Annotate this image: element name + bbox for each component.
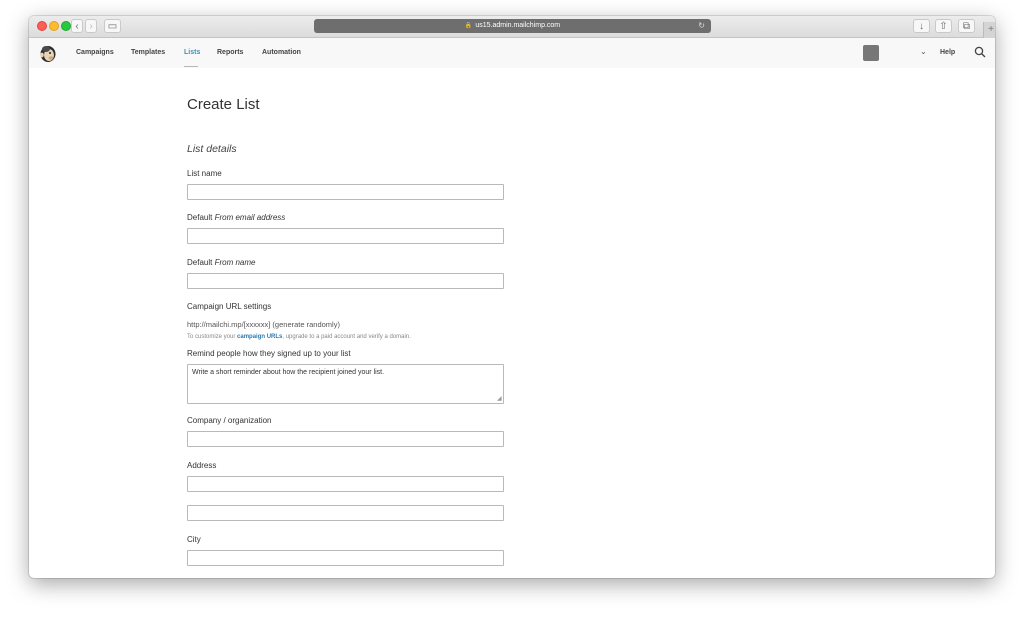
company-label: Company / organization [187, 416, 272, 425]
from-name-input[interactable] [187, 273, 504, 289]
campaign-url-hint: To customize your campaign URLs, upgrade… [187, 334, 411, 340]
chevron-down-icon[interactable]: ⌄ [920, 47, 927, 56]
nav-automation[interactable]: Automation [262, 49, 301, 56]
nav-campaigns[interactable]: Campaigns [76, 49, 114, 56]
campaign-url-label: Campaign URL settings [187, 302, 272, 311]
downloads-icon[interactable]: ↓ [913, 19, 930, 33]
campaign-urls-link[interactable]: campaign URLs [237, 334, 282, 340]
section-title: List details [187, 143, 237, 155]
active-tab-indicator [184, 66, 198, 67]
sidebar-toggle-icon[interactable]: ▭ [104, 19, 121, 33]
tabs-overview-icon[interactable]: ⧉ [958, 19, 975, 33]
zoom-window-button[interactable] [61, 21, 71, 31]
close-window-button[interactable] [37, 21, 47, 31]
page-title: Create List [187, 96, 260, 113]
mailchimp-logo-icon[interactable] [39, 43, 57, 63]
address-bar[interactable]: 🔒 us15.admin.mailchimp.com ↻ [314, 19, 711, 33]
list-name-label: List name [187, 169, 222, 178]
help-link[interactable]: Help [940, 49, 955, 56]
minimize-window-button[interactable] [49, 21, 59, 31]
new-tab-plus-icon[interactable]: + [983, 22, 995, 38]
nav-templates[interactable]: Templates [131, 49, 165, 56]
address-line2-input[interactable] [187, 505, 504, 521]
from-email-label: Default From email address [187, 213, 286, 222]
browser-toolbar: ‹ › ▭ 🔒 us15.admin.mailchimp.com ↻ ↓ ⇧ ⧉ … [29, 16, 995, 38]
url-text: us15.admin.mailchimp.com [475, 22, 561, 29]
avatar[interactable] [863, 45, 879, 61]
share-icon[interactable]: ⇧ [935, 19, 952, 33]
campaign-url-value: http://mailchi.mp/[xxxxxx] (generate ran… [187, 320, 340, 329]
company-input[interactable] [187, 431, 504, 447]
city-input[interactable] [187, 550, 504, 566]
from-name-label: Default From name [187, 258, 256, 267]
nav-reports[interactable]: Reports [217, 49, 243, 56]
lock-icon: 🔒 [464, 23, 473, 29]
resize-handle-icon[interactable]: ◢ [497, 396, 503, 402]
address-label: Address [187, 461, 217, 470]
search-icon[interactable] [974, 46, 986, 58]
back-arrow-icon[interactable]: ‹ [71, 19, 83, 33]
address-line1-input[interactable] [187, 476, 504, 492]
reminder-label: Remind people how they signed up to your… [187, 349, 351, 358]
city-label: City [187, 535, 201, 544]
from-email-input[interactable] [187, 228, 504, 244]
app-navigation: Campaigns Templates Lists Reports Automa… [29, 38, 995, 68]
nav-lists[interactable]: Lists [184, 49, 200, 56]
list-name-input[interactable] [187, 184, 504, 200]
reload-icon[interactable]: ↻ [698, 19, 705, 33]
reminder-textarea[interactable]: Write a short reminder about how the rec… [187, 364, 504, 404]
browser-window: ‹ › ▭ 🔒 us15.admin.mailchimp.com ↻ ↓ ⇧ ⧉ … [29, 16, 995, 578]
forward-arrow-icon[interactable]: › [85, 19, 97, 33]
